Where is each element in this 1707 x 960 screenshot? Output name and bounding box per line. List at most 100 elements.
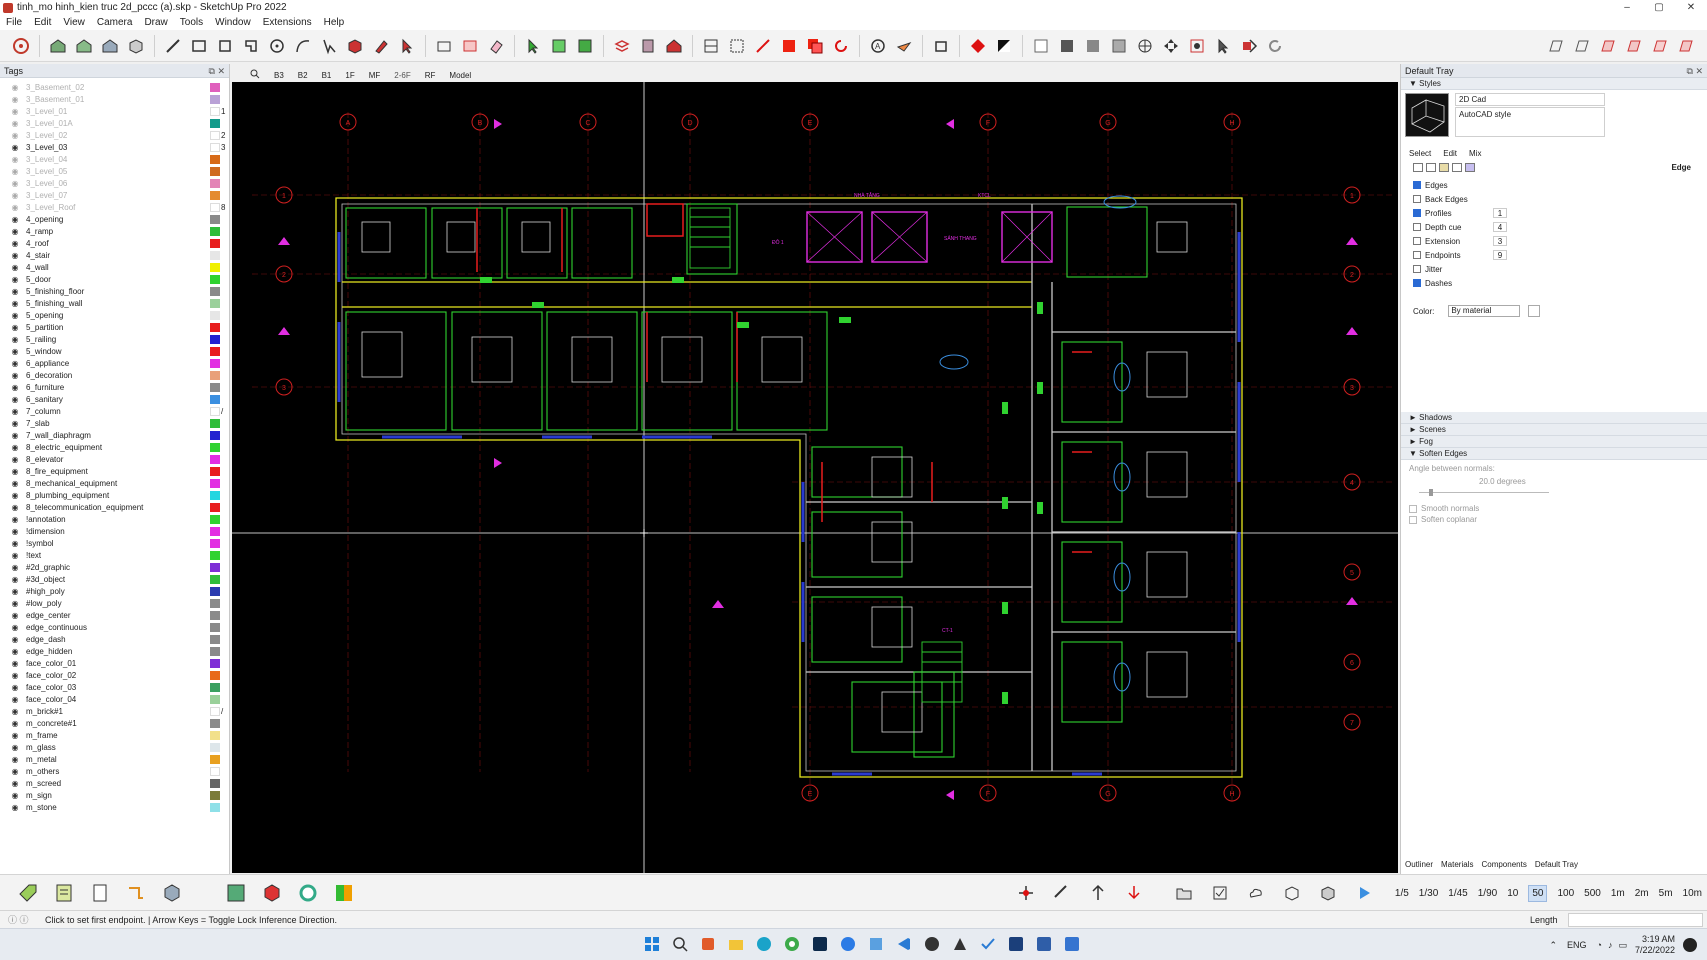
mirror-tool-icon[interactable] xyxy=(638,35,659,56)
check-app-icon[interactable] xyxy=(978,934,998,954)
floor-plan-drawing[interactable]: A B C D E F G H E F G H 1 2 3 1 2 3 4 5 xyxy=(232,82,1398,873)
edge-browser-icon[interactable] xyxy=(754,934,774,954)
eye-icon[interactable]: ◉ xyxy=(10,767,20,776)
tag-color-swatch[interactable] xyxy=(210,286,220,296)
style-name-field[interactable]: 2D Cad xyxy=(1455,93,1605,106)
tag-row[interactable]: ◉ 3_Level_03 3 xyxy=(0,141,229,153)
tag-color-swatch[interactable] xyxy=(210,406,220,416)
menu-camera[interactable]: Camera xyxy=(91,17,139,28)
tag-color-swatch[interactable] xyxy=(210,178,220,188)
eye-icon[interactable]: ◉ xyxy=(10,731,20,740)
dimension-tool-icon[interactable]: A xyxy=(868,35,889,56)
tag-row[interactable]: ◉ #3d_object xyxy=(0,573,229,585)
red-copy-icon[interactable] xyxy=(805,35,826,56)
tag-dash-mark[interactable]: / xyxy=(221,407,227,416)
background-settings-icon[interactable] xyxy=(1439,162,1449,172)
eye-icon[interactable]: ◉ xyxy=(10,143,20,152)
tag-row[interactable]: ◉ 4_stair xyxy=(0,249,229,261)
menu-view[interactable]: View xyxy=(57,17,91,28)
scene-tab[interactable]: B1 xyxy=(322,71,332,80)
tab-materials[interactable]: Materials xyxy=(1441,858,1473,872)
eye-icon[interactable]: ◉ xyxy=(10,683,20,692)
tag-color-swatch[interactable] xyxy=(210,742,220,752)
eye-icon[interactable]: ◉ xyxy=(10,311,20,320)
chrome-icon[interactable] xyxy=(782,934,802,954)
styles-section-header[interactable]: ▼ Styles xyxy=(1401,78,1707,90)
tag-color-swatch[interactable] xyxy=(210,802,220,812)
tag-tool-icon[interactable] xyxy=(16,881,40,905)
maximize-button[interactable]: ▢ xyxy=(1643,0,1675,15)
face-settings-icon[interactable] xyxy=(1426,162,1436,172)
warehouse-icon[interactable] xyxy=(48,35,69,56)
measure-tool-icon[interactable] xyxy=(1050,881,1074,905)
tag-color-swatch[interactable] xyxy=(210,658,220,668)
active-app-icon[interactable] xyxy=(1062,934,1082,954)
tag-color-swatch[interactable] xyxy=(210,310,220,320)
orbit-tool-icon[interactable] xyxy=(1135,35,1156,56)
hidden-line-style-icon[interactable] xyxy=(1057,35,1078,56)
eye-off-icon[interactable]: ◉ xyxy=(10,131,20,140)
search-taskbar-icon[interactable] xyxy=(670,934,690,954)
eye-icon[interactable]: ◉ xyxy=(10,659,20,668)
tag-row[interactable]: ◉ m_stone xyxy=(0,801,229,813)
eye-icon[interactable]: ◉ xyxy=(10,803,20,812)
scale-button[interactable]: 500 xyxy=(1584,888,1601,899)
edge-settings-icon[interactable] xyxy=(1413,162,1423,172)
tag-color-swatch[interactable] xyxy=(210,142,220,152)
edge-setting-checkbox[interactable] xyxy=(1413,251,1421,259)
paint-bucket-icon[interactable] xyxy=(371,35,392,56)
angle-slider[interactable] xyxy=(1409,488,1707,498)
eye-icon[interactable]: ◉ xyxy=(10,719,20,728)
photoshop-icon[interactable] xyxy=(810,934,830,954)
tag-row[interactable]: ◉ 8_plumbing_equipment xyxy=(0,489,229,501)
drop-tool-icon[interactable] xyxy=(1122,881,1146,905)
sandbox-icon[interactable] xyxy=(1546,35,1567,56)
arc-tool-icon[interactable] xyxy=(293,35,314,56)
tag-color-swatch[interactable] xyxy=(210,262,220,272)
edge-setting-value[interactable]: 1 xyxy=(1493,208,1507,218)
tab-outliner[interactable]: Outliner xyxy=(1405,858,1433,872)
tag-color-swatch[interactable] xyxy=(210,190,220,200)
eye-icon[interactable]: ◉ xyxy=(10,539,20,548)
get-started-icon[interactable] xyxy=(11,35,32,56)
style-thumbnail[interactable] xyxy=(1405,93,1449,137)
extension-manager-icon[interactable] xyxy=(126,35,147,56)
eye-icon[interactable]: ◉ xyxy=(10,467,20,476)
tag-row[interactable]: ◉ edge_dash xyxy=(0,633,229,645)
eye-icon[interactable]: ◉ xyxy=(10,359,20,368)
eye-off-icon[interactable]: ◉ xyxy=(10,107,20,116)
tag-row[interactable]: ◉ #low_poly xyxy=(0,597,229,609)
tag-color-swatch[interactable] xyxy=(210,238,220,248)
tag-color-swatch[interactable] xyxy=(210,574,220,584)
layer-manager-icon[interactable] xyxy=(52,881,76,905)
tag-row[interactable]: ◉ m_frame xyxy=(0,729,229,741)
eye-off-icon[interactable]: ◉ xyxy=(10,179,20,188)
tag-color-swatch[interactable] xyxy=(210,718,220,728)
tag-color-swatch[interactable] xyxy=(210,442,220,452)
tag-color-swatch[interactable] xyxy=(210,382,220,392)
tag-color-swatch[interactable] xyxy=(210,730,220,740)
flip-edge-icon[interactable] xyxy=(1676,35,1697,56)
tag-color-swatch[interactable] xyxy=(210,598,220,608)
eye-icon[interactable]: ◉ xyxy=(10,395,20,404)
eye-icon[interactable]: ◉ xyxy=(10,743,20,752)
eye-off-icon[interactable]: ◉ xyxy=(10,83,20,92)
eye-icon[interactable]: ◉ xyxy=(10,695,20,704)
refresh-icon[interactable] xyxy=(1265,35,1286,56)
tag-color-swatch[interactable] xyxy=(210,226,220,236)
pan-tool-icon[interactable] xyxy=(1161,35,1182,56)
eye-icon[interactable]: ◉ xyxy=(10,707,20,716)
scale-button[interactable]: 50 xyxy=(1528,884,1548,902)
contrast-icon[interactable] xyxy=(994,35,1015,56)
edge-setting-checkbox[interactable] xyxy=(1413,223,1421,231)
eye-icon[interactable]: ◉ xyxy=(10,239,20,248)
tag-row[interactable]: ◉ m_sign xyxy=(0,789,229,801)
scene-tab[interactable]: MF xyxy=(369,71,381,80)
scene-tab[interactable]: Model xyxy=(449,71,471,80)
tag-color-swatch[interactable] xyxy=(210,454,220,464)
tag-row[interactable]: ◉ 3_Level_05 xyxy=(0,165,229,177)
tag-row[interactable]: ◉ #high_poly xyxy=(0,585,229,597)
shaded-style-icon[interactable] xyxy=(1083,35,1104,56)
tag-row[interactable]: ◉ 8_telecommunication_equipment xyxy=(0,501,229,513)
office-icon[interactable] xyxy=(698,934,718,954)
